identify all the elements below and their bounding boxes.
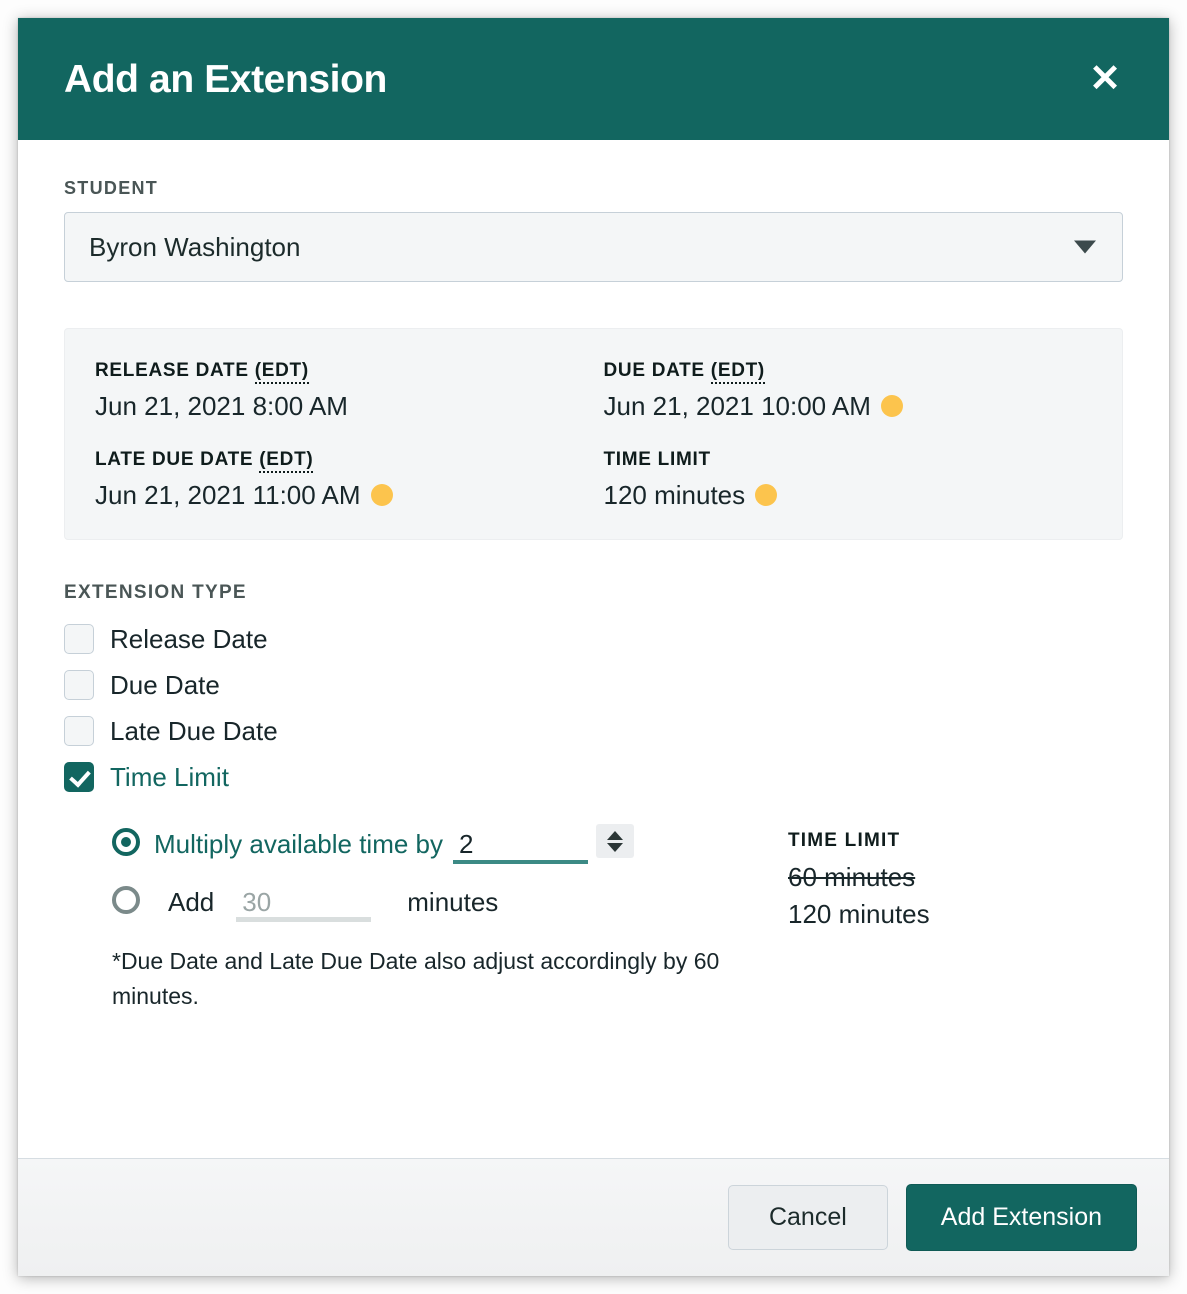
multiply-factor-stepper[interactable] bbox=[596, 824, 635, 859]
student-label: STUDENT bbox=[64, 178, 159, 198]
timezone-abbr: (EDT) bbox=[710, 360, 765, 384]
close-icon[interactable]: ✕ bbox=[1085, 60, 1125, 98]
cancel-button[interactable]: Cancel bbox=[727, 1185, 888, 1250]
caret-up-icon[interactable] bbox=[607, 830, 624, 840]
due-date-value: Jun 21, 2021 10:00 AM bbox=[603, 390, 871, 421]
checkbox-row-release-date[interactable]: Release Date bbox=[64, 616, 1123, 662]
modal-title: Add an Extension bbox=[64, 57, 387, 101]
screen: Add an Extension ✕ STUDENT Byron Washing… bbox=[0, 0, 1187, 1294]
checkbox-row-late-due-date[interactable]: Late Due Date bbox=[64, 708, 1123, 754]
add-extension-modal: Add an Extension ✕ STUDENT Byron Washing… bbox=[18, 18, 1169, 1276]
late-due-date-label-text: LATE DUE DATE bbox=[95, 449, 260, 471]
checkbox-row-due-date[interactable]: Due Date bbox=[64, 662, 1123, 708]
late-due-date-value-row: Jun 21, 2021 11:00 AM bbox=[95, 479, 594, 512]
student-select-value: Byron Washington bbox=[89, 231, 301, 262]
time-limit-value-row: 120 minutes bbox=[604, 479, 1093, 512]
checkbox-time-limit[interactable] bbox=[64, 762, 94, 793]
release-date-cell: RELEASE DATE (EDT) Jun 21, 2021 8:00 AM bbox=[95, 359, 594, 422]
release-date-value: Jun 21, 2021 8:00 AM bbox=[95, 390, 348, 421]
timezone-abbr: (EDT) bbox=[259, 449, 314, 474]
radio-add[interactable] bbox=[112, 886, 140, 915]
checkbox-label-late-due-date: Late Due Date bbox=[110, 715, 278, 746]
add-minutes-field[interactable]: 30 bbox=[236, 880, 372, 923]
multiply-factor-field[interactable]: 2 bbox=[453, 822, 589, 865]
time-limit-preview: TIME LIMIT 60 minutes 120 minutes bbox=[788, 830, 1118, 930]
radio-multiply[interactable] bbox=[112, 828, 140, 857]
checkbox-row-time-limit[interactable]: Time Limit bbox=[64, 754, 1123, 800]
release-date-label-text: RELEASE DATE bbox=[95, 360, 255, 381]
checkbox-release-date[interactable] bbox=[64, 624, 94, 655]
student-select[interactable]: Byron Washington bbox=[64, 212, 1123, 282]
checkbox-late-due-date[interactable] bbox=[64, 716, 94, 747]
field-underline bbox=[236, 917, 372, 923]
preview-old-value: 60 minutes bbox=[788, 862, 916, 892]
due-date-label: DUE DATE (EDT) bbox=[604, 359, 1093, 384]
field-underline bbox=[453, 860, 589, 865]
add-extension-button[interactable]: Add Extension bbox=[905, 1184, 1137, 1251]
time-limit-label: TIME LIMIT bbox=[603, 449, 711, 471]
checkbox-label-due-date: Due Date bbox=[110, 669, 220, 700]
checkbox-label-release-date: Release Date bbox=[110, 623, 268, 654]
chevron-down-icon bbox=[1074, 240, 1096, 254]
radio-label-add: Add bbox=[168, 887, 215, 918]
modal-body: STUDENT Byron Washington RELEASE DATE (E… bbox=[18, 140, 1169, 1158]
checkbox-due-date[interactable] bbox=[64, 670, 94, 701]
modal-header: Add an Extension ✕ bbox=[18, 18, 1169, 140]
late-due-date-value: Jun 21, 2021 11:00 AM bbox=[95, 479, 361, 510]
add-minutes-unit: minutes bbox=[407, 887, 499, 918]
release-date-label: RELEASE DATE (EDT) bbox=[95, 359, 594, 384]
multiply-factor-value: 2 bbox=[459, 829, 474, 860]
time-limit-value: 120 minutes bbox=[603, 479, 746, 510]
extension-type-heading: EXTENSION TYPE bbox=[64, 582, 247, 604]
extended-indicator-dot bbox=[755, 484, 778, 507]
due-date-value-row: Jun 21, 2021 10:00 AM bbox=[604, 390, 1093, 423]
preview-heading: TIME LIMIT bbox=[788, 830, 901, 851]
checkbox-label-time-limit: Time Limit bbox=[110, 761, 229, 792]
assignment-info-panel: RELEASE DATE (EDT) Jun 21, 2021 8:00 AM … bbox=[64, 328, 1123, 541]
radio-label-multiply: Multiply available time by bbox=[154, 829, 444, 860]
late-due-date-cell: LATE DUE DATE (EDT) Jun 21, 2021 11:00 A… bbox=[95, 448, 594, 511]
caret-down-icon[interactable] bbox=[607, 842, 624, 852]
extended-indicator-dot bbox=[880, 394, 903, 417]
late-due-date-label: LATE DUE DATE (EDT) bbox=[95, 448, 594, 474]
extended-indicator-dot bbox=[370, 484, 393, 507]
due-date-cell: DUE DATE (EDT) Jun 21, 2021 10:00 AM bbox=[594, 359, 1093, 422]
time-limit-cell: TIME LIMIT 120 minutes bbox=[594, 448, 1093, 511]
adjustment-note: *Due Date and Late Due Date also adjust … bbox=[112, 948, 720, 1009]
modal-footer: Cancel Add Extension bbox=[18, 1158, 1169, 1276]
extension-type-section: EXTENSION TYPE Release Date Due Date Lat… bbox=[64, 582, 1123, 1013]
release-date-value-row: Jun 21, 2021 8:00 AM bbox=[95, 390, 594, 423]
due-date-label-text: DUE DATE bbox=[603, 360, 711, 381]
preview-new-value: 120 minutes bbox=[788, 899, 930, 929]
timezone-abbr: (EDT) bbox=[254, 360, 309, 384]
